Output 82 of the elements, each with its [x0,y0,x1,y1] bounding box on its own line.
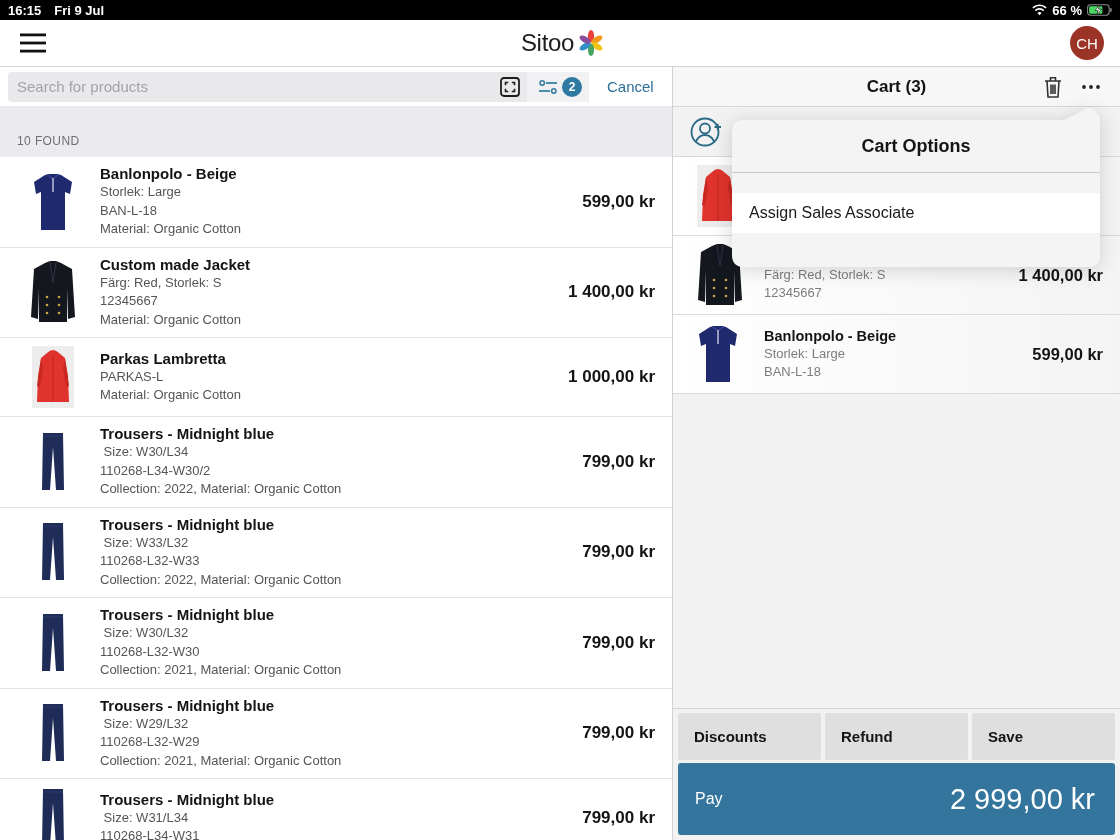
trousers-image [41,613,65,672]
product-detail: Collection: 2022, Material: Organic Cotton [100,570,342,589]
filter-button[interactable]: 2 [527,71,589,102]
pay-button[interactable]: Pay 2 999,00 kr [678,763,1115,835]
product-name: Parkas Lambretta [100,349,226,368]
cart-item-name: Banlonpolo - Beige [764,328,897,345]
product-detail: Collection: 2022, Material: Organic Cotton [100,480,342,498]
cancel-link[interactable]: Cancel [607,78,654,95]
product-detail: Size: W33/L32 [102,533,189,552]
cart-item-detail: Storlek: Large [764,345,845,363]
menu-icon[interactable] [20,33,46,53]
product-detail: Material: Organic Cotton [100,310,241,329]
product-detail: 110268-L32-W30 [100,642,200,661]
action-button[interactable]: Refund [825,713,968,760]
product-price: 1 000,00 kr [568,367,655,387]
total-amount: 2 999,00 kr [949,782,1095,816]
product-detail: Collection: 2021, Material: Organic Cotton [100,661,342,679]
battery-percentage: 66 % [1052,2,1082,18]
sliders-icon [539,79,557,94]
product-price: 599,00 kr [582,191,655,212]
product-detail: 12345667 [100,292,158,310]
menu-item[interactable]: Assign Sales Associate [732,193,1100,233]
product-detail: Size: W30/L34 [102,443,189,461]
parka-image [32,346,74,408]
jacket-image [30,261,76,324]
product-detail: 110268-L34-W31 [100,827,200,840]
filter-count-badge: 2 [562,76,582,97]
product-detail: PARKAS-L [100,367,164,386]
product-name: Trousers - Midnight blue [100,515,275,534]
product-detail: Material: Organic Cotton [100,220,241,238]
product-name: Trousers - Midnight blue [100,790,275,809]
cart-item-price: 1 400,00 kr [1018,265,1103,285]
product-detail: Size: W31/L34 [102,808,189,827]
results-count: 10 FOUND [17,134,80,148]
search-field[interactable]: Search for products [8,71,527,102]
scan-icon[interactable] [500,76,520,97]
product-detail: Size: W29/L32 [102,714,189,733]
product-name: Banlonpolo - Beige [100,165,237,183]
cart-item-row[interactable]: Banlonpolo - Beige Storlek: Large BAN-L-18 599,00 kr [673,315,1120,394]
cart-title: Cart (3) [866,76,927,97]
cart-item-detail: BAN-L-18 [764,362,822,380]
popover-title: Cart Options [732,120,1100,173]
wifi-icon [1032,4,1048,16]
trash-icon[interactable] [1044,75,1062,98]
product-detail: Storlek: Large [100,183,181,201]
product-name: Trousers - Midnight blue [100,696,275,715]
product-name: Trousers - Midnight blue [100,606,275,624]
app-logo: Sitoo [520,29,575,57]
product-detail: Size: W30/L32 [102,624,189,642]
trousers-image [41,704,65,763]
product-detail: 110268-L32-W33 [100,552,200,570]
battery-icon [1087,4,1112,16]
product-detail: Färg: Red, Storlek: S [100,273,222,292]
user-avatar[interactable]: CH [1070,26,1104,60]
add-user-icon[interactable] [690,115,722,148]
action-button[interactable]: Save [972,713,1115,760]
cart-item-detail: 12345667 [764,283,822,301]
product-detail: BAN-L-18 [100,201,158,220]
polo-shirt-image [697,325,739,383]
action-button[interactable]: Discounts [678,713,821,760]
product-price: 1 400,00 kr [568,282,655,303]
more-icon[interactable] [1082,84,1100,89]
cart-item-detail: Färg: Red, Storlek: S [764,266,886,284]
status-time: 16:15 [8,2,42,18]
product-price: 799,00 kr [582,632,655,653]
product-price: 799,00 kr [582,808,655,828]
product-price: 799,00 kr [582,542,655,563]
product-detail: 110268-L32-W29 [100,733,200,751]
polo-shirt-image [32,172,74,231]
product-price: 799,00 kr [582,451,655,472]
trousers-image [41,432,65,491]
status-date: Fri 9 Jul [54,2,105,18]
product-price: 799,00 kr [582,723,655,744]
product-detail: 110268-L34-W30/2 [100,461,211,480]
product-name: Custom made Jacket [100,255,251,274]
product-name: Trousers - Midnight blue [100,425,275,443]
cart-item-price: 599,00 kr [1032,344,1103,364]
product-detail: Material: Organic Cotton [100,386,241,404]
trousers-image [41,789,65,840]
jacket-image [697,244,743,306]
product-detail: Collection: 2021, Material: Organic Cotton [100,751,342,770]
trousers-image [41,523,65,582]
